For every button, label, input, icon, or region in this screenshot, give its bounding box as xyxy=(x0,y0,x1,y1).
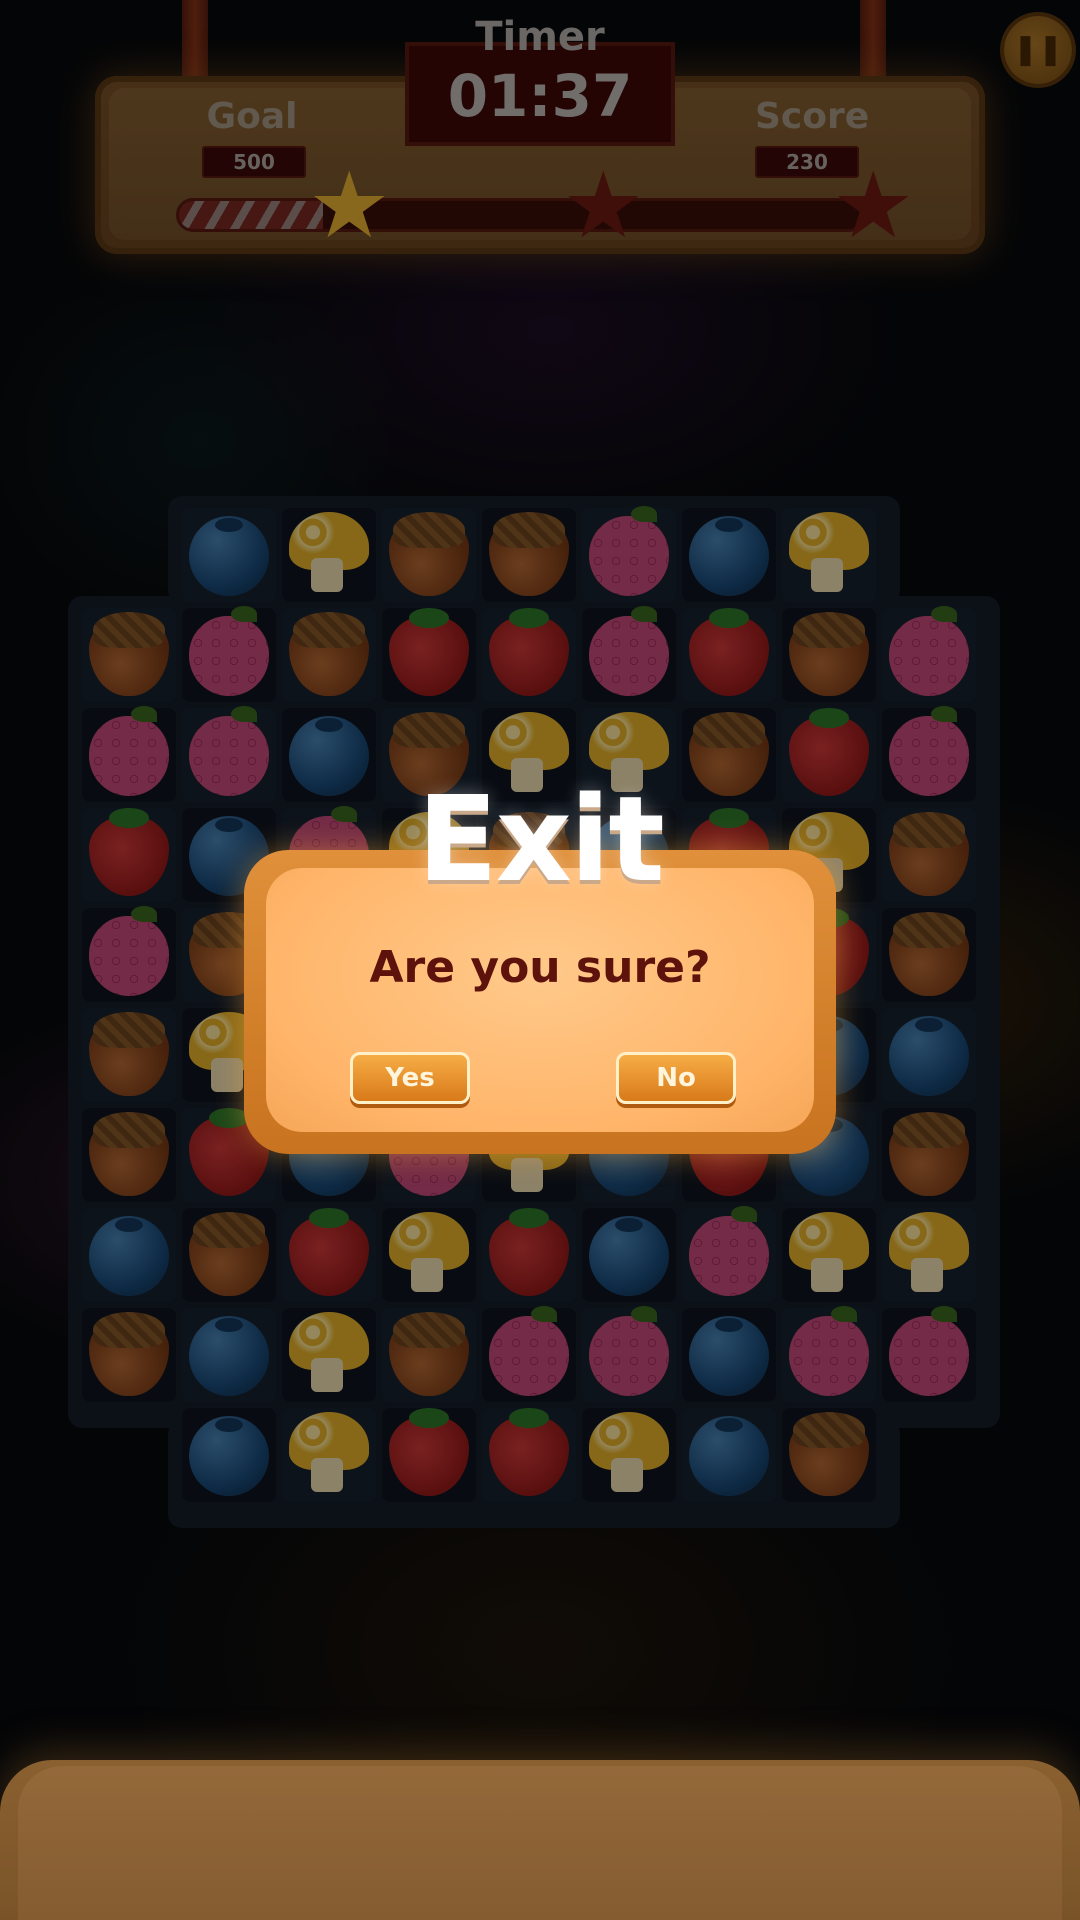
bottom-panel xyxy=(0,1760,1080,1920)
no-button[interactable]: No xyxy=(616,1052,736,1104)
yes-button[interactable]: Yes xyxy=(350,1052,470,1104)
bottom-panel-inner xyxy=(18,1766,1062,1920)
dialog-message: Are you sure? xyxy=(369,942,711,993)
dialog-title: Exit xyxy=(417,770,665,908)
